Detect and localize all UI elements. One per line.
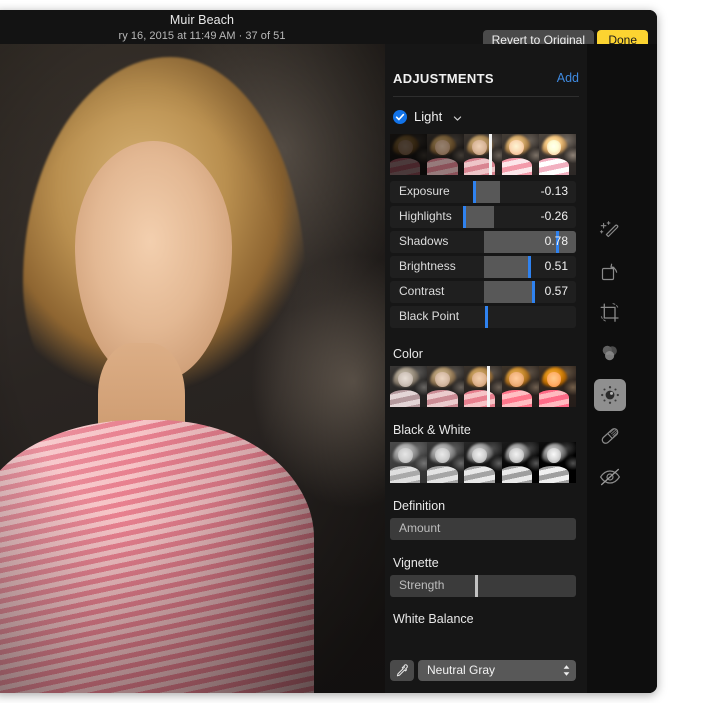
subtitle-separator: · bbox=[238, 30, 243, 42]
white-balance-group-label[interactable]: White Balance bbox=[393, 612, 474, 626]
bw-thumb[interactable] bbox=[427, 442, 465, 483]
bw-thumb[interactable] bbox=[390, 442, 428, 483]
slider-exposure[interactable]: Exposure -0.13 bbox=[390, 181, 576, 203]
adjustments-header: ADJUSTMENTS Add bbox=[393, 71, 579, 91]
definition-group-label[interactable]: Definition bbox=[393, 499, 445, 513]
tool-enhance-button[interactable] bbox=[594, 215, 626, 247]
vignette-group-label[interactable]: Vignette bbox=[393, 556, 439, 570]
color-thumb[interactable] bbox=[538, 366, 576, 407]
slider-shadows[interactable]: Shadows 0.78 bbox=[390, 231, 576, 253]
photo-date: ry 16, 2015 at 11:49 AM bbox=[118, 30, 236, 42]
adjustments-sidebar: ADJUSTMENTS Add Light Exposure -0.13 Hig… bbox=[385, 44, 587, 693]
slider-black-point[interactable]: Black Point bbox=[390, 306, 576, 328]
slider-label: Shadows bbox=[399, 234, 449, 248]
light-enabled-checkbox[interactable] bbox=[393, 110, 407, 124]
eyedropper-icon[interactable] bbox=[390, 660, 414, 681]
light-thumb[interactable] bbox=[501, 134, 539, 175]
slider-label: Brightness bbox=[399, 259, 456, 273]
black-and-white-group-label[interactable]: Black & White bbox=[393, 423, 471, 437]
slider-label: Exposure bbox=[399, 184, 450, 198]
slider-label: Contrast bbox=[399, 284, 445, 298]
photo-editor-window: Muir Beach ry 16, 2015 at 11:49 AM · 37 of… bbox=[0, 10, 657, 693]
slider-value: -0.26 bbox=[540, 209, 568, 223]
white-balance-select[interactable]: Neutral Gray bbox=[418, 660, 576, 681]
black-and-white-preview-strip[interactable] bbox=[390, 442, 576, 483]
tool-adjust-button[interactable] bbox=[594, 379, 626, 411]
photo-subtitle: ry 16, 2015 at 11:49 AM · 37 of 51 bbox=[0, 29, 412, 43]
adjustments-title: ADJUSTMENTS bbox=[393, 71, 494, 86]
slider-fill bbox=[483, 256, 528, 278]
light-thumb[interactable] bbox=[427, 134, 465, 175]
tool-rail bbox=[587, 44, 657, 693]
tool-rotate-button[interactable] bbox=[594, 256, 626, 288]
photo-canvas[interactable] bbox=[0, 44, 385, 693]
slider-value: 0.78 bbox=[544, 234, 568, 248]
slider-value: 0.51 bbox=[544, 259, 568, 273]
slider-fill bbox=[463, 206, 495, 228]
bw-thumb[interactable] bbox=[501, 442, 539, 483]
light-strip-marker[interactable] bbox=[488, 134, 492, 175]
slider-label: Amount bbox=[399, 521, 441, 535]
add-adjustment-button[interactable]: Add bbox=[557, 71, 579, 85]
slider-handle[interactable] bbox=[472, 181, 476, 203]
color-preview-strip[interactable] bbox=[390, 366, 576, 407]
slider-value: -0.13 bbox=[540, 184, 568, 198]
stepper-updown-icon[interactable] bbox=[562, 664, 571, 677]
slider-brightness[interactable]: Brightness 0.51 bbox=[390, 256, 576, 278]
slider-label: Highlights bbox=[399, 209, 452, 223]
tool-filters-button[interactable] bbox=[594, 338, 626, 370]
white-balance-selected-value: Neutral Gray bbox=[427, 663, 496, 677]
slider-handle[interactable] bbox=[474, 575, 478, 597]
color-thumb[interactable] bbox=[501, 366, 539, 407]
light-thumb[interactable] bbox=[464, 134, 502, 175]
light-preview-strip[interactable] bbox=[390, 134, 576, 175]
slider-label: Black Point bbox=[399, 309, 460, 323]
bw-thumb[interactable] bbox=[538, 442, 576, 483]
photo-image bbox=[0, 44, 385, 693]
tool-retouch-button[interactable] bbox=[594, 420, 626, 452]
color-thumb[interactable] bbox=[390, 366, 428, 407]
slider-value: 0.57 bbox=[544, 284, 568, 298]
light-group-label: Light bbox=[414, 109, 443, 124]
slider-handle[interactable] bbox=[527, 256, 531, 278]
light-thumb[interactable] bbox=[538, 134, 576, 175]
slider-handle[interactable] bbox=[532, 281, 536, 303]
bw-thumb[interactable] bbox=[464, 442, 502, 483]
photo-index: 37 of 51 bbox=[245, 30, 286, 42]
slider-contrast[interactable]: Contrast 0.57 bbox=[390, 281, 576, 303]
tool-crop-button[interactable] bbox=[594, 297, 626, 329]
definition-amount-slider[interactable]: Amount bbox=[390, 518, 576, 540]
color-thumb[interactable] bbox=[464, 366, 502, 407]
slider-handle[interactable] bbox=[484, 306, 488, 328]
slider-fill bbox=[483, 281, 533, 303]
color-strip-marker[interactable] bbox=[486, 366, 490, 407]
color-group-label[interactable]: Color bbox=[393, 347, 423, 361]
slider-label: Strength bbox=[399, 578, 445, 592]
header-divider bbox=[393, 96, 579, 97]
page-title: Muir Beach bbox=[169, 13, 235, 27]
slider-fill bbox=[472, 181, 500, 203]
slider-handle[interactable] bbox=[463, 206, 467, 228]
photo-info-block: Muir Beach ry 16, 2015 at 11:49 AM · 37 of… bbox=[0, 13, 412, 43]
vignette-strength-slider[interactable]: Strength bbox=[390, 575, 576, 597]
tool-red-eye-button[interactable] bbox=[594, 461, 626, 493]
chevron-down-icon[interactable] bbox=[453, 114, 462, 123]
titlebar: Muir Beach ry 16, 2015 at 11:49 AM · 37 of… bbox=[0, 10, 657, 51]
color-thumb[interactable] bbox=[427, 366, 465, 407]
light-thumb[interactable] bbox=[390, 134, 428, 175]
slider-highlights[interactable]: Highlights -0.26 bbox=[390, 206, 576, 228]
